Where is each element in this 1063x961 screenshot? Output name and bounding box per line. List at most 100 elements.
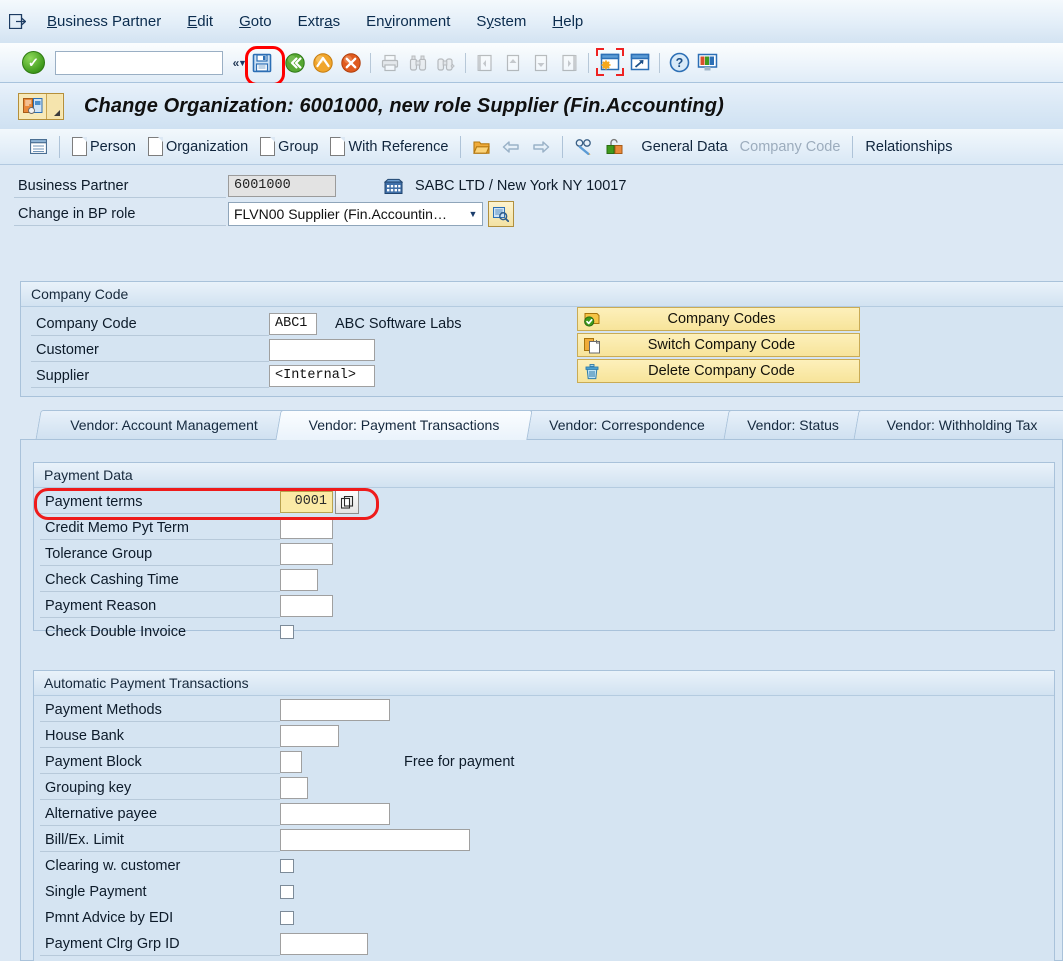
next-page-button[interactable] bbox=[528, 50, 554, 76]
credit-memo-pyt-term-input[interactable] bbox=[280, 517, 333, 539]
first-page-button[interactable] bbox=[472, 50, 498, 76]
payment-terms-input[interactable]: 0001 bbox=[280, 491, 333, 513]
standard-toolbar: ✓ ▼ « ? bbox=[0, 43, 1063, 86]
payment-terms-lookup-button[interactable] bbox=[335, 490, 359, 514]
last-page-icon bbox=[562, 54, 577, 71]
payment-methods-input[interactable] bbox=[280, 699, 390, 721]
back-arrow-button[interactable] bbox=[496, 137, 526, 157]
system-menu-icon[interactable] bbox=[0, 14, 34, 29]
alternative-payee-label: Alternative payee bbox=[40, 802, 280, 826]
person-button[interactable]: Person bbox=[66, 134, 142, 159]
previous-page-button[interactable] bbox=[500, 50, 526, 76]
command-history-icon[interactable]: « bbox=[229, 56, 243, 70]
business-partner-title-icon[interactable] bbox=[18, 92, 64, 120]
toolbar-separator bbox=[370, 52, 371, 73]
group-button-label: Group bbox=[278, 138, 319, 155]
save-button[interactable] bbox=[249, 50, 275, 76]
menu-item-system[interactable]: System bbox=[463, 0, 539, 43]
supplier-label: Supplier bbox=[31, 364, 269, 388]
customer-row: Customer bbox=[31, 338, 375, 362]
tolerance-group-input[interactable] bbox=[280, 543, 333, 565]
bp-role-dropdown[interactable]: FLVN00 Supplier (Fin.Accountin… ▼ bbox=[228, 202, 483, 226]
create-session-button[interactable] bbox=[597, 50, 623, 76]
list-display-button[interactable] bbox=[24, 136, 53, 157]
supplier-input[interactable]: <Internal> bbox=[269, 365, 375, 387]
back-button[interactable] bbox=[282, 50, 308, 76]
company-code-button[interactable]: Company Code bbox=[734, 136, 847, 158]
page-icon bbox=[72, 137, 87, 156]
clearing-w-customer-row: Clearing w. customer bbox=[40, 854, 294, 878]
menu-item-edit[interactable]: Edit bbox=[174, 0, 226, 43]
last-page-button[interactable] bbox=[556, 50, 582, 76]
menu-item-goto[interactable]: Goto bbox=[226, 0, 285, 43]
check-cashing-time-label: Check Cashing Time bbox=[40, 568, 280, 592]
enter-ok-icon[interactable]: ✓ bbox=[22, 51, 45, 74]
find-next-button[interactable] bbox=[433, 50, 459, 76]
menu-item-help[interactable]: Help bbox=[539, 0, 596, 43]
grouping-key-input[interactable] bbox=[280, 777, 308, 799]
business-partner-input[interactable]: 6001000 bbox=[228, 175, 336, 197]
chevron-down-icon[interactable]: ▼ bbox=[464, 209, 482, 219]
bill-ex-limit-input[interactable] bbox=[280, 829, 470, 851]
question-mark-help-icon: ? bbox=[669, 52, 689, 73]
bp-role-search-button[interactable] bbox=[488, 201, 514, 227]
single-payment-checkbox[interactable] bbox=[280, 885, 294, 899]
customer-input[interactable] bbox=[269, 339, 375, 361]
business-partner-label: Business Partner bbox=[14, 174, 226, 198]
company-codes-check-icon bbox=[578, 311, 606, 327]
grouping-key-label: Grouping key bbox=[40, 776, 280, 800]
tab-vendor-withholding-tax[interactable]: Vendor: Withholding Tax bbox=[853, 410, 1063, 440]
forward-arrow-button[interactable] bbox=[526, 137, 556, 157]
tab-vendor-account-management[interactable]: Vendor: Account Management bbox=[35, 410, 293, 440]
switch-company-code-button[interactable]: Switch Company Code bbox=[577, 333, 860, 357]
save-disk-icon bbox=[252, 53, 272, 72]
clearing-w-customer-checkbox[interactable] bbox=[280, 859, 294, 873]
company-code-input[interactable]: ABC1 bbox=[269, 313, 317, 335]
payment-clrg-grp-id-input[interactable] bbox=[280, 933, 368, 955]
payment-clrg-grp-id-label: Payment Clrg Grp ID bbox=[40, 932, 280, 956]
alternative-payee-input[interactable] bbox=[280, 803, 390, 825]
with-reference-button[interactable]: With Reference bbox=[324, 134, 454, 159]
menu-item-business-partner[interactable]: BBusiness Partnerusiness Partner bbox=[34, 0, 174, 43]
tab-content-panel: Payment Data Payment terms 0001 Credit M… bbox=[20, 439, 1063, 961]
lock-button[interactable] bbox=[600, 135, 629, 158]
company-code-group: Company Code Company Code ABC1 ABC Softw… bbox=[20, 281, 1063, 397]
open-folder-button[interactable] bbox=[467, 135, 496, 158]
toolbar-separator bbox=[460, 135, 462, 158]
payment-block-input[interactable] bbox=[280, 751, 302, 773]
cancel-button[interactable] bbox=[338, 50, 364, 76]
trash-delete-icon bbox=[578, 363, 606, 380]
layout-monitor-icon bbox=[697, 53, 717, 71]
menu-item-extras[interactable]: Extras bbox=[285, 0, 354, 43]
tab-vendor-status[interactable]: Vendor: Status bbox=[723, 410, 863, 440]
find-button[interactable] bbox=[405, 50, 431, 76]
house-bank-input[interactable] bbox=[280, 725, 339, 747]
relationships-button[interactable]: Relationships bbox=[859, 136, 958, 158]
tab-vendor-payment-transactions[interactable]: Vendor: Payment Transactions bbox=[275, 410, 533, 440]
search-magnifier-icon bbox=[493, 206, 509, 222]
tab-vendor-correspondence[interactable]: Vendor: Correspondence bbox=[519, 410, 735, 440]
payment-reason-input[interactable] bbox=[280, 595, 333, 617]
company-codes-button[interactable]: Company Codes bbox=[577, 307, 860, 331]
print-button[interactable] bbox=[377, 50, 403, 76]
customize-layout-button[interactable] bbox=[694, 50, 720, 76]
payment-block-label: Payment Block bbox=[40, 750, 280, 774]
command-field[interactable]: ▼ bbox=[55, 50, 247, 75]
check-double-invoice-checkbox[interactable] bbox=[280, 625, 294, 639]
delete-company-code-button[interactable]: Delete Company Code bbox=[577, 359, 860, 383]
check-cashing-time-input[interactable] bbox=[280, 569, 318, 591]
command-input[interactable] bbox=[56, 50, 238, 75]
menu-item-environment[interactable]: Environment bbox=[353, 0, 463, 43]
general-data-button[interactable]: General Data bbox=[635, 136, 733, 158]
company-code-description: ABC Software Labs bbox=[335, 316, 462, 332]
help-button[interactable]: ? bbox=[666, 50, 692, 76]
group-button[interactable]: Group bbox=[254, 134, 324, 159]
exit-button[interactable] bbox=[310, 50, 336, 76]
switch-company-code-button-label: Switch Company Code bbox=[647, 337, 796, 353]
pmnt-advice-by-edi-checkbox[interactable] bbox=[280, 911, 294, 925]
open-folder-icon bbox=[473, 141, 491, 154]
check-cashing-time-row: Check Cashing Time bbox=[40, 568, 318, 592]
create-shortcut-button[interactable] bbox=[627, 50, 653, 76]
display-change-button[interactable] bbox=[569, 135, 600, 158]
organization-button[interactable]: Organization bbox=[142, 134, 254, 159]
